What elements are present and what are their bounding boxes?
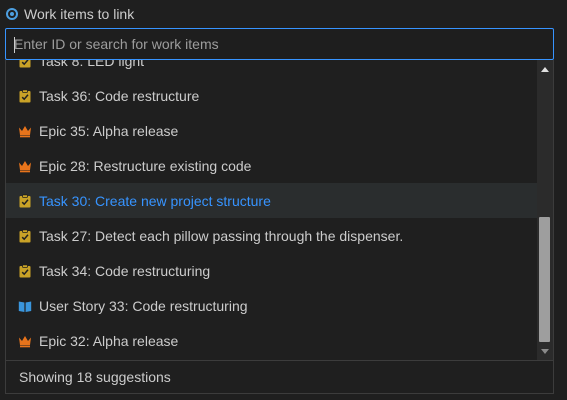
suggestion-list-panel: Task 8: LED light Task 36: Code restructu…	[5, 60, 554, 360]
list-item[interactable]: Task 30: Create new project structure	[6, 183, 538, 218]
list-item-label: Epic 32: Alpha release	[39, 332, 179, 349]
list-item[interactable]: Task 27: Detect each pillow passing thro…	[6, 218, 538, 253]
list-item[interactable]: Task 8: LED light	[6, 60, 538, 78]
list-item[interactable]: User Story 33: Code restructuring	[6, 288, 538, 323]
list-item[interactable]: Epic 28: Restructure existing code	[6, 148, 538, 183]
scroll-up-button[interactable]	[537, 62, 553, 76]
radio-icon[interactable]	[6, 8, 18, 20]
book-icon	[18, 299, 32, 313]
crown-icon	[18, 124, 32, 138]
suggestion-list: Task 8: LED light Task 36: Code restructu…	[6, 60, 538, 358]
clipboard-check-icon	[18, 88, 32, 103]
arrow-up-icon	[541, 66, 549, 72]
text-caret	[14, 37, 15, 53]
work-items-picker: Work items to link Task 8: LED lightTask…	[0, 0, 567, 400]
list-item-label: Task 27: Detect each pillow passing thro…	[39, 227, 404, 244]
list-item-label: Task 34: Code restructuring	[39, 262, 211, 279]
list-item-label: Epic 35: Alpha release	[39, 122, 179, 139]
clipboard-check-icon	[18, 60, 32, 68]
list-item[interactable]: Epic 35: Alpha release	[6, 113, 538, 148]
arrow-down-icon	[541, 348, 549, 354]
list-item-label: User Story 33: Code restructuring	[39, 297, 248, 314]
search-input[interactable]	[6, 29, 553, 59]
list-item-label: Epic 28: Restructure existing code	[39, 157, 252, 174]
list-item-label: Task 30: Create new project structure	[39, 192, 271, 209]
list-item[interactable]: Task 36: Code restructure	[6, 78, 538, 113]
list-item-label: Task 8: LED light	[39, 60, 145, 69]
clipboard-check-icon	[18, 228, 32, 243]
crown-icon	[18, 334, 32, 348]
header-title: Work items to link	[24, 6, 135, 22]
list-item[interactable]: Task 34: Code restructuring	[6, 253, 538, 288]
crown-icon	[18, 159, 32, 173]
scrollbar-thumb[interactable]	[539, 217, 550, 342]
clipboard-check-icon	[18, 193, 32, 208]
scroll-down-button[interactable]	[537, 344, 553, 358]
list-item-label: Task 36: Code restructure	[39, 87, 200, 104]
search-box[interactable]	[5, 28, 554, 60]
scrollbar[interactable]	[537, 60, 553, 360]
footer-status: Showing 18 suggestions	[5, 360, 554, 394]
header: Work items to link	[6, 3, 134, 25]
clipboard-check-icon	[18, 263, 32, 278]
list-item[interactable]: Epic 32: Alpha release	[6, 323, 538, 358]
